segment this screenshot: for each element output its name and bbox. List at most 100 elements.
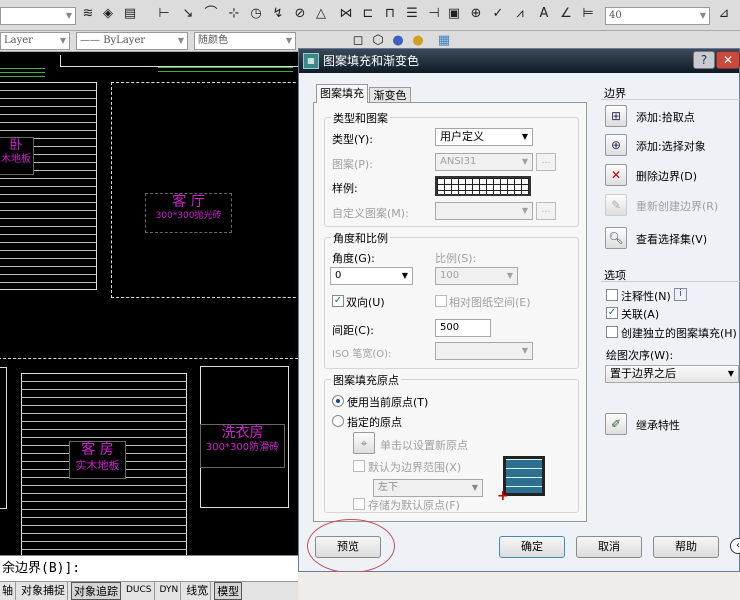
extent-select[interactable]: 左下 ▼: [373, 479, 483, 497]
help-title-button[interactable]: ?: [693, 51, 715, 69]
inspect-icon[interactable]: ✓: [490, 6, 506, 22]
specified-origin-radio[interactable]: [332, 415, 344, 427]
dim-break-icon[interactable]: ⊣: [426, 6, 442, 22]
dim-continue-icon[interactable]: ⊓: [382, 6, 398, 22]
dim-aligned-icon[interactable]: ↘: [180, 6, 196, 22]
pattern-swatch[interactable]: [435, 176, 531, 196]
layer-combo[interactable]: Layer ▼: [0, 32, 70, 50]
material-icon[interactable]: ●: [410, 33, 426, 49]
dim-update-icon[interactable]: ⊨: [580, 6, 596, 22]
status-otrack[interactable]: 对象追踪: [71, 582, 121, 600]
status-dyn[interactable]: DYN: [158, 582, 182, 600]
store-default-checkbox[interactable]: [353, 498, 365, 510]
annotative-checkbox[interactable]: [606, 289, 618, 301]
associative-checkbox[interactable]: ✓: [606, 307, 618, 319]
status-ducs[interactable]: DUCS: [124, 582, 155, 600]
divider: [601, 281, 740, 282]
add-select-objects-label[interactable]: 添加:选择对象: [636, 138, 706, 154]
angle-select[interactable]: 0 ▼: [330, 267, 413, 285]
close-button[interactable]: ✕: [716, 51, 740, 69]
render-icon[interactable]: ▦: [436, 33, 452, 49]
hatch-origin-group: 图案填充原点 使用当前原点(T) 指定的原点 ⌖ 单击以设置新原点 默认为边界范…: [324, 372, 579, 513]
expand-icon[interactable]: ‹: [730, 538, 740, 554]
info-icon[interactable]: i: [674, 288, 687, 301]
command-line[interactable]: 余边界(B)]:: [0, 555, 298, 581]
dim-radius-icon[interactable]: ◷: [248, 6, 264, 22]
layer-props-icon[interactable]: ▤: [122, 6, 138, 22]
layer-icon[interactable]: ≋: [80, 6, 96, 22]
inherit-properties-button[interactable]: ✐: [605, 413, 627, 435]
tab-gradient[interactable]: 渐变色: [369, 87, 411, 103]
spacing-input[interactable]: 500: [435, 319, 491, 337]
relative-paper-checkbox[interactable]: [435, 295, 447, 307]
cancel-button[interactable]: 取消: [576, 536, 642, 558]
use-current-origin-radio[interactable]: [332, 395, 344, 407]
hatch-dialog: ▦ 图案填充和渐变色 ? ✕ 图案填充 渐变色 类型和图案 类型(Y): 用户定…: [298, 48, 740, 573]
hatch-green: [158, 67, 293, 72]
dim-angular-icon[interactable]: △: [313, 6, 329, 22]
double-checkbox[interactable]: ✓: [332, 295, 344, 307]
dim-ordinate-icon[interactable]: ⊹: [226, 6, 242, 22]
dim-edit-icon[interactable]: A: [536, 6, 552, 22]
highlight-circle: [307, 519, 395, 573]
workspace-combo[interactable]: ▼: [0, 7, 76, 25]
dim-linear-icon[interactable]: ⊢: [156, 6, 172, 22]
remove-boundaries-label[interactable]: 删除边界(D): [636, 168, 697, 184]
dialog-title-bar[interactable]: ▦ 图案填充和渐变色 ? ✕: [299, 49, 740, 73]
dim-arc-icon[interactable]: ⌒: [203, 6, 219, 22]
dim-baseline-icon[interactable]: ⊏: [360, 6, 376, 22]
view-selections-button[interactable]: 🔍︎: [605, 227, 627, 249]
default-extent-checkbox[interactable]: [353, 460, 365, 472]
dialog-title: 图案填充和渐变色: [323, 54, 420, 68]
status-osnap[interactable]: 对象捕捉: [19, 582, 68, 600]
set-origin-button[interactable]: ⌖: [353, 432, 375, 454]
dim-text-edit-icon[interactable]: ∠: [558, 6, 574, 22]
view-selections-label[interactable]: 查看选择集(V): [636, 231, 707, 247]
dim-style-icon[interactable]: ⊿: [716, 6, 732, 22]
add-pick-points-label[interactable]: 添加:拾取点: [636, 109, 695, 125]
type-pattern-group: 类型和图案 类型(Y): 用户定义 ▼ 图案(P): ANSI31 ▼ … 样例: …: [324, 110, 579, 227]
status-lweight[interactable]: 线宽: [184, 582, 212, 600]
room-label: 客 厅 300*300抛光砖: [145, 193, 232, 233]
dim-style-combo[interactable]: 40 ▼: [605, 7, 710, 25]
recreate-boundary-button[interactable]: ✎: [605, 194, 627, 216]
box-icon[interactable]: ◻: [350, 33, 366, 49]
jogged-linear-icon[interactable]: ⩘: [512, 6, 528, 22]
living-room-boundary: [111, 82, 298, 298]
layer-state-icon[interactable]: ◈: [100, 6, 116, 22]
type-select[interactable]: 用户定义 ▼: [435, 128, 533, 146]
tab-hatch[interactable]: 图案填充: [316, 84, 368, 103]
help-button[interactable]: 帮助: [653, 536, 719, 558]
draw-order-select[interactable]: 置于边界之后 ▼: [605, 365, 739, 383]
scale-select[interactable]: 100 ▼: [435, 267, 518, 285]
wall: [60, 55, 298, 67]
room-label: 卧木地板: [0, 137, 34, 175]
cube-icon[interactable]: ⬡: [370, 33, 386, 49]
iso-pen-width-select[interactable]: ▼: [435, 342, 533, 360]
room-label: 客 房实木地板: [69, 441, 126, 479]
add-pick-points-button[interactable]: ⊞: [605, 105, 627, 127]
pattern-select[interactable]: ANSI31 ▼: [435, 153, 533, 171]
dim-jogged-icon[interactable]: ↯: [270, 6, 286, 22]
separate-hatches-checkbox[interactable]: [606, 326, 618, 338]
wall: [0, 367, 7, 509]
drawing-canvas[interactable]: 卧木地板 客 厅 300*300抛光砖 客 房实木地板 洗衣房 300*300防滑砖: [0, 55, 298, 555]
status-model[interactable]: 模型: [214, 582, 243, 600]
pattern-browse-button[interactable]: …: [536, 153, 556, 171]
dim-diameter-icon[interactable]: ⊘: [292, 6, 308, 22]
remove-boundaries-button[interactable]: ✕: [605, 164, 627, 186]
custom-pattern-select[interactable]: ▼: [435, 202, 533, 220]
color-combo[interactable]: 随颜色 ▼: [194, 32, 296, 50]
tolerance-icon[interactable]: ▣: [446, 6, 462, 22]
corridor-boundary: [0, 358, 298, 360]
linetype-combo[interactable]: —— ByLayer ▼: [76, 32, 188, 50]
ok-button[interactable]: 确定: [499, 536, 565, 558]
dim-space-icon[interactable]: ☰: [404, 6, 420, 22]
inherit-properties-label[interactable]: 继承特性: [636, 417, 680, 433]
quick-dim-icon[interactable]: ⋈: [338, 6, 354, 22]
custom-browse-button[interactable]: …: [536, 202, 556, 220]
sphere-icon[interactable]: ●: [390, 33, 406, 49]
add-select-objects-button[interactable]: ⊕: [605, 134, 627, 156]
status-ortho[interactable]: 轴: [0, 582, 16, 600]
center-mark-icon[interactable]: ⊕: [468, 6, 484, 22]
